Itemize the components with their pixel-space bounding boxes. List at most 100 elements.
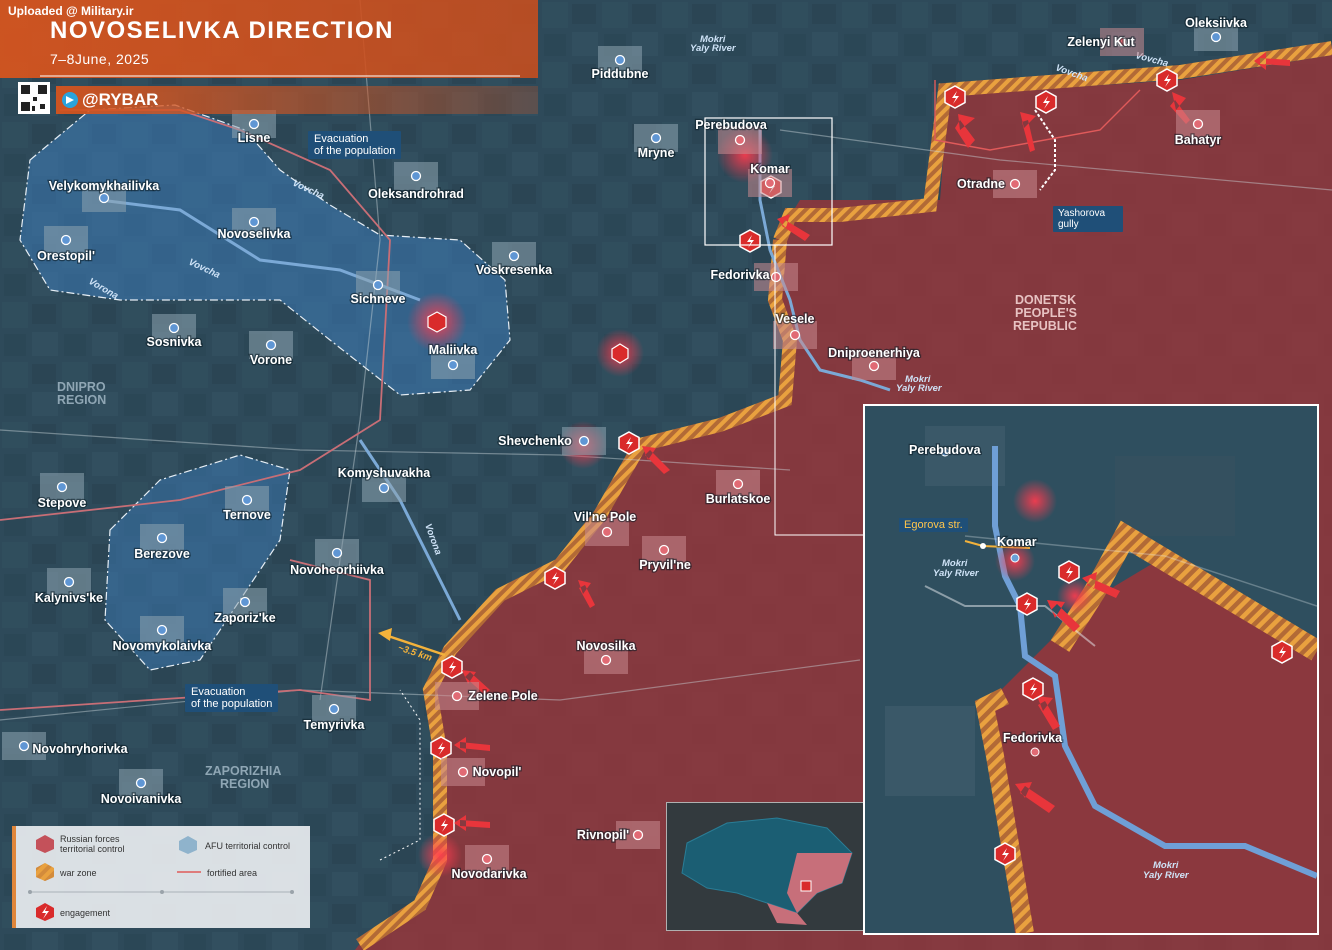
- settlement-pin: [508, 250, 520, 262]
- settlement-label: Mryne: [638, 146, 675, 160]
- inset-label-komar: Komar: [997, 535, 1037, 549]
- settlement-label: Zelene Pole: [468, 689, 538, 703]
- header-banner: Uploaded @ Military.ir NOVOSELIVKA DIREC…: [0, 0, 538, 78]
- settlement-pin: [457, 766, 469, 778]
- settlement-pin: [1009, 178, 1021, 190]
- settlement-pin: [632, 829, 644, 841]
- settlement-label: Rivnopil': [577, 828, 629, 842]
- settlement-label: Novohryhorivka: [32, 742, 128, 756]
- page-title: NOVOSELIVKA DIRECTION: [50, 17, 394, 44]
- settlement-label: Vorone: [250, 353, 292, 367]
- settlement-pin: [63, 576, 75, 588]
- settlement-pin: [248, 216, 260, 228]
- settlement-label: Novodarivka: [451, 867, 527, 881]
- settlement-pin: [156, 624, 168, 636]
- legend-accent: [12, 826, 16, 928]
- settlement-pin: [56, 481, 68, 493]
- settlement-pin: [789, 329, 801, 341]
- region-label-donetsk: DONETSK PEOPLE'S REPUBLIC: [1013, 293, 1081, 333]
- settlement-pin: [168, 322, 180, 334]
- settlement-label: Perebudova: [695, 118, 768, 132]
- settlement-label: Sichneve: [351, 292, 406, 306]
- settlement-label: Burlatskoe: [706, 492, 771, 506]
- settlement-pin: [378, 482, 390, 494]
- settlement-label: Velykomykhailivka: [49, 179, 161, 193]
- settlement-label: Novoheorhiivka: [290, 563, 385, 577]
- settlement-label: Otradne: [957, 177, 1005, 191]
- settlement-label: Piddubne: [592, 67, 649, 81]
- settlement-label: Orestopil': [37, 249, 95, 263]
- settlement-pin: [481, 853, 493, 865]
- settlement-pin: [658, 544, 670, 556]
- settlement-label: Oleksiivka: [1185, 16, 1248, 30]
- settlement-pin: [447, 359, 459, 371]
- settlement-label: Novopil': [473, 765, 522, 779]
- settlement-pin: [410, 170, 422, 182]
- region-label-dnipro: DNIPRO REGION: [57, 380, 109, 407]
- fortified-swatch: [177, 871, 201, 873]
- inset-label-perebudova: Perebudova: [909, 443, 982, 457]
- settlement-label: Stepove: [38, 496, 87, 510]
- legend-war-zone: war zone: [60, 868, 97, 878]
- settlement-pin: [98, 192, 110, 204]
- settlement-label: Oleksandrohrad: [368, 187, 464, 201]
- settlement-label: Vesele: [776, 312, 815, 326]
- settlement-label: Zaporiz'ke: [214, 611, 275, 625]
- settlement-label: Berezove: [134, 547, 190, 561]
- date-range: 7–8June, 2025: [50, 51, 150, 67]
- settlement-label: Dniproenerhiya: [828, 346, 921, 360]
- settlement-pin: [1192, 118, 1204, 130]
- war-zone-swatch: [36, 863, 54, 881]
- yashorova-callout: Yashorova gully: [1053, 206, 1124, 232]
- settlement-pin: [764, 177, 776, 189]
- settlement-label: Lisne: [238, 131, 271, 145]
- legend-afu: AFU territorial control: [205, 841, 291, 851]
- settlement-label: Fedorivka: [710, 268, 770, 282]
- telegram-icon[interactable]: [62, 92, 78, 108]
- settlement-label: Novoivanivka: [101, 792, 183, 806]
- settlement-label: Komar: [750, 162, 790, 176]
- settlement-label: Voskresenka: [476, 263, 553, 277]
- settlement-pin: [156, 532, 168, 544]
- settlement-pin: [650, 132, 662, 144]
- afu-control-swatch: [179, 836, 197, 854]
- evacuation-callout-south: Evacuation of the population: [185, 684, 279, 712]
- settlement-label: Maliivka: [429, 343, 479, 357]
- settlement-pin: [18, 740, 30, 752]
- evacuation-callout-north: Evacuation of the population: [308, 131, 402, 159]
- upload-watermark: Uploaded @ Military.ir: [8, 4, 134, 18]
- engagement-icon: [36, 903, 54, 921]
- settlement-pin: [451, 690, 463, 702]
- legend-engagement: engagement: [60, 908, 111, 918]
- settlement-pin: [601, 526, 613, 538]
- settlement-pin: [600, 654, 612, 666]
- settlement-label: Kalynivs'ke: [35, 591, 103, 605]
- settlement-pin: [60, 234, 72, 246]
- settlement-label: Bahatyr: [1175, 133, 1222, 147]
- settlement-label: Ternove: [223, 508, 271, 522]
- settlement-pin: [248, 118, 260, 130]
- channel-handle[interactable]: @RYBAR: [82, 90, 158, 110]
- settlement-pin: [239, 596, 251, 608]
- settlement-pin: [241, 494, 253, 506]
- egorova-street-label: Egorova str.: [899, 518, 968, 532]
- legend-fortified: fortified area: [207, 868, 258, 878]
- settlement-label: Vil'ne Pole: [574, 510, 637, 524]
- qr-code-icon: [18, 82, 50, 114]
- russian-control-swatch: [36, 835, 54, 853]
- settlement-pin: [372, 279, 384, 291]
- settlement-pin: [135, 777, 147, 789]
- settlement-label: Sosnivka: [147, 335, 203, 349]
- settlement-pin: [578, 435, 590, 447]
- komar-inset-map: Perebudova Komar Mokri Yaly River Fedoriv…: [863, 404, 1319, 935]
- settlement-label: Novosilka: [576, 639, 636, 653]
- settlement-label: Novoselivka: [218, 227, 292, 241]
- settlement-label: Pryvil'ne: [639, 558, 691, 572]
- settlement-label: Temyrivka: [304, 718, 366, 732]
- settlement-pin: [614, 54, 626, 66]
- inset-label-fedorivka: Fedorivka: [1003, 731, 1063, 745]
- settlement-pin: [770, 271, 782, 283]
- settlement-pin: [331, 547, 343, 559]
- settlement-pin: [734, 134, 746, 146]
- legend: Russian forces territorial control AFU te…: [12, 826, 310, 928]
